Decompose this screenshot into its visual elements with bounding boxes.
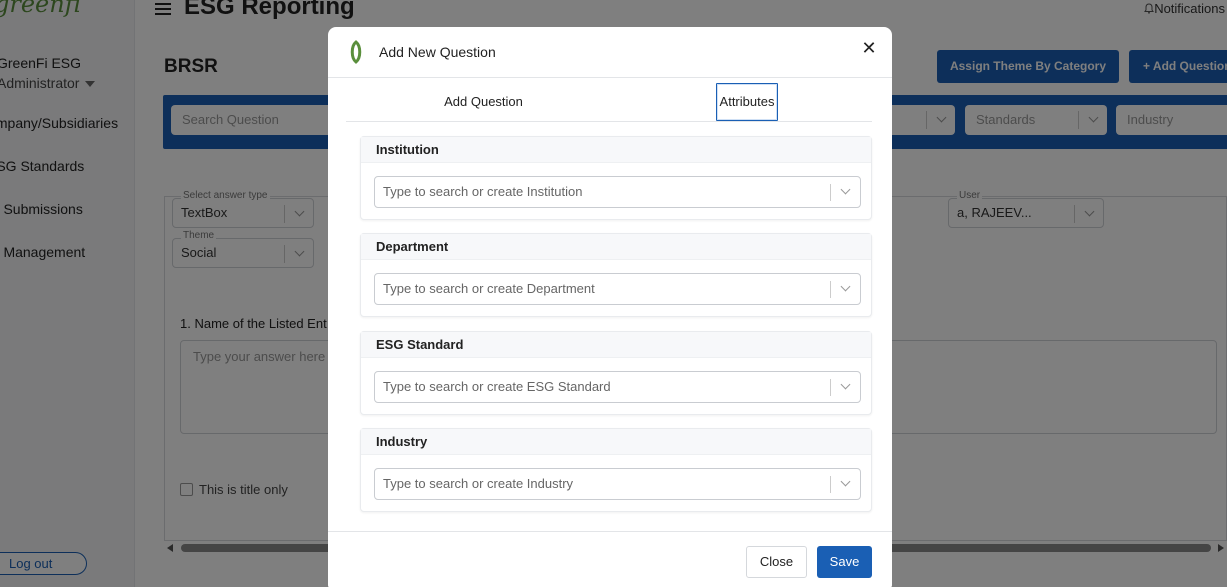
modal-title: Add New Question	[379, 44, 496, 60]
select-separator	[830, 379, 831, 396]
add-question-modal: Add New Question ✕ Add Question Attribut…	[328, 27, 892, 587]
chevron-down-icon[interactable]	[840, 184, 851, 195]
tab-attributes[interactable]: Attributes	[716, 83, 778, 121]
modal-header: Add New Question ✕	[328, 27, 892, 78]
chevron-down-icon[interactable]	[840, 379, 851, 390]
department-placeholder: Type to search or create Department	[383, 281, 595, 296]
industry-section: Industry Type to search or create Indust…	[360, 428, 872, 512]
industry-heading: Industry	[361, 429, 871, 455]
industry-placeholder: Type to search or create Industry	[383, 476, 574, 491]
esg-standard-placeholder: Type to search or create ESG Standard	[383, 379, 611, 394]
modal-footer: Close Save	[328, 531, 892, 587]
institution-section: Institution Type to search or create Ins…	[360, 136, 872, 220]
esg-standard-section: ESG Standard Type to search or create ES…	[360, 331, 872, 415]
tab-add-question[interactable]: Add Question	[406, 82, 561, 121]
institution-placeholder: Type to search or create Institution	[383, 184, 583, 199]
chevron-down-icon[interactable]	[840, 476, 851, 487]
institution-heading: Institution	[361, 137, 871, 163]
department-heading: Department	[361, 234, 871, 260]
modal-tabs: Add Question Attributes	[346, 82, 872, 122]
institution-select[interactable]: Type to search or create Institution	[374, 176, 861, 208]
greenfi-logo-icon	[350, 40, 362, 64]
industry-attr-select[interactable]: Type to search or create Industry	[374, 468, 861, 500]
chevron-down-icon[interactable]	[840, 281, 851, 292]
esg-standard-select[interactable]: Type to search or create ESG Standard	[374, 371, 861, 403]
close-icon[interactable]: ✕	[859, 38, 879, 58]
select-separator	[830, 476, 831, 493]
save-button[interactable]: Save	[817, 546, 872, 578]
close-button[interactable]: Close	[746, 546, 807, 578]
department-select[interactable]: Type to search or create Department	[374, 273, 861, 305]
esg-standard-heading: ESG Standard	[361, 332, 871, 358]
department-section: Department Type to search or create Depa…	[360, 233, 872, 317]
select-separator	[830, 184, 831, 201]
select-separator	[830, 281, 831, 298]
